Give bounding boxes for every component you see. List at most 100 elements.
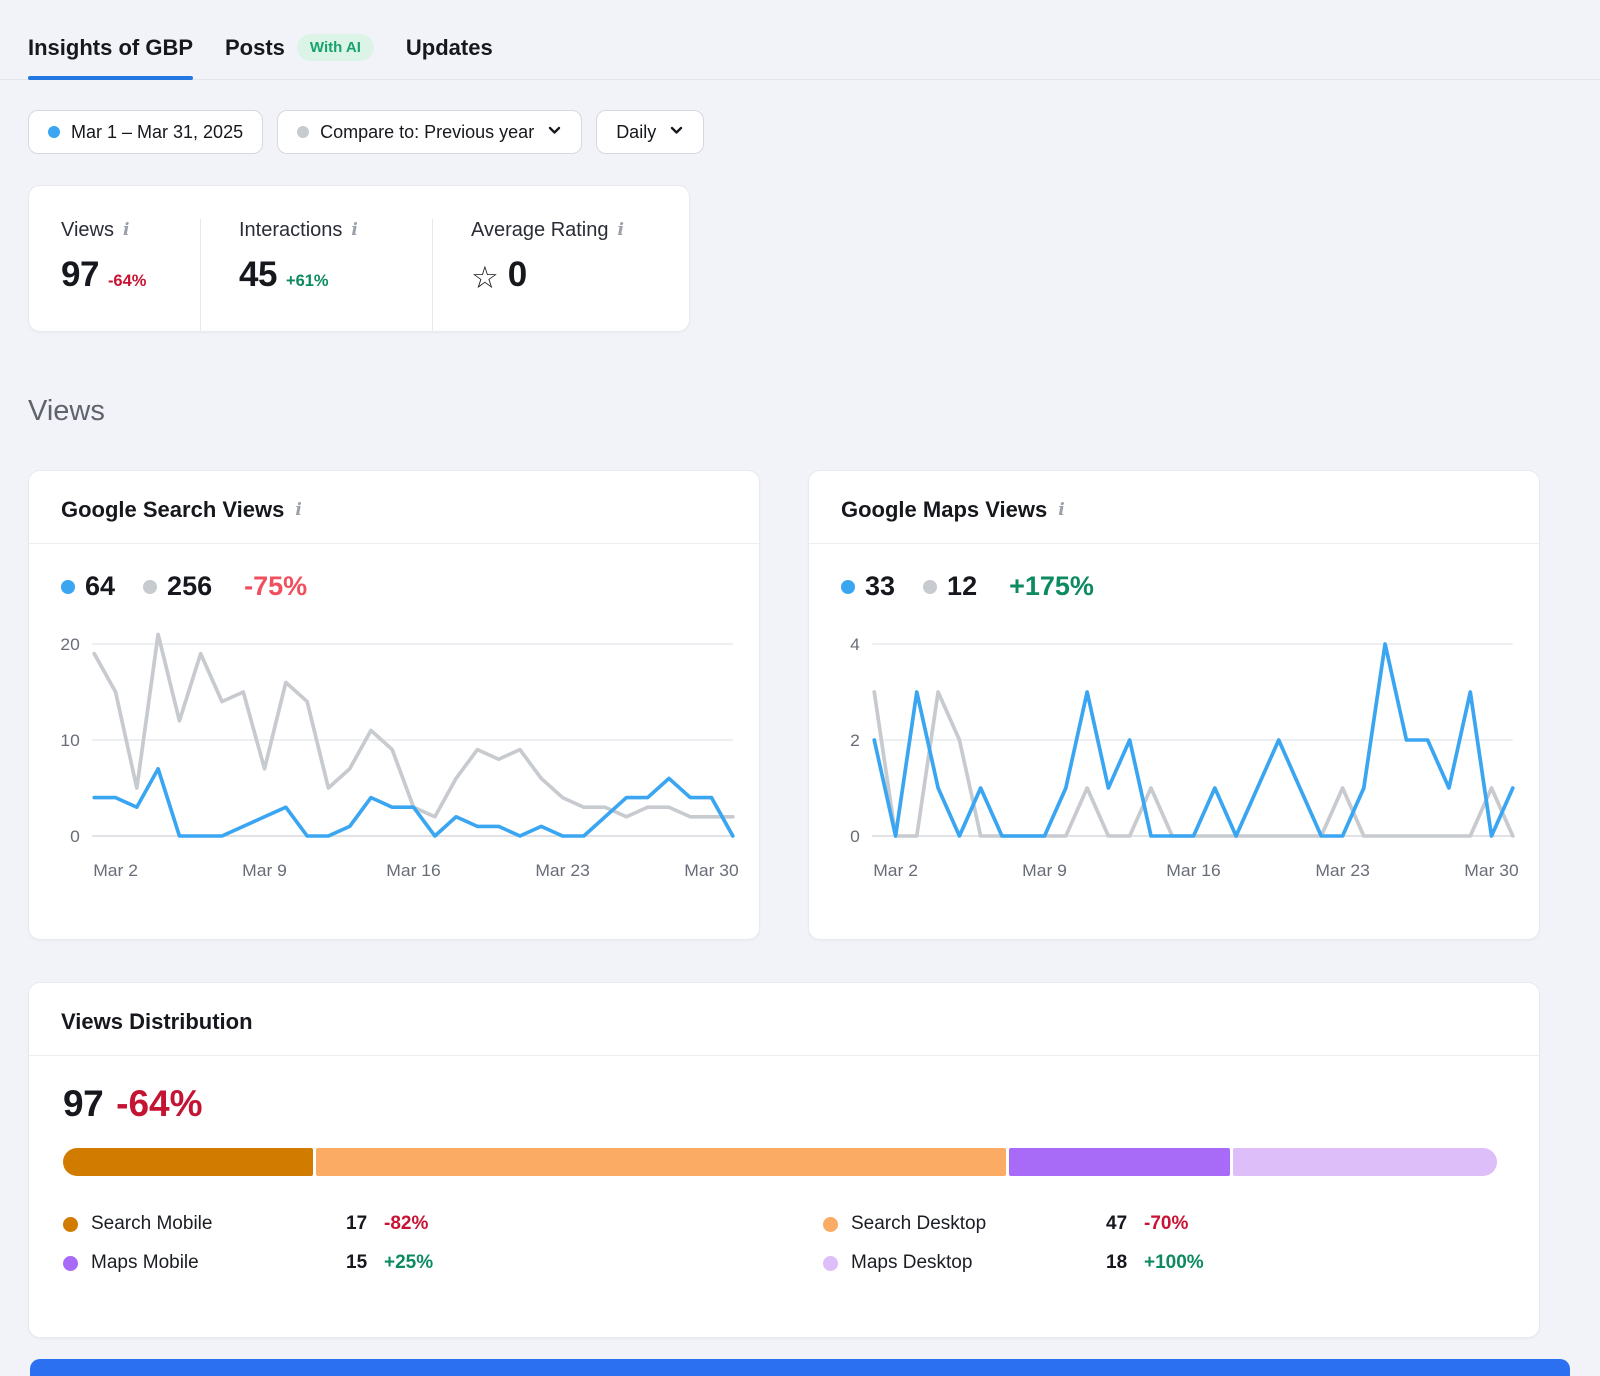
svg-text:Mar 2: Mar 2 [93,860,138,880]
svg-text:Mar 16: Mar 16 [1166,860,1220,880]
svg-text:Mar 23: Mar 23 [535,860,589,880]
svg-text:2: 2 [850,730,860,750]
search-desktop-dot [823,1217,838,1232]
distribution-total: 97 [63,1083,103,1125]
views-stat: Views i 97 -64% [29,219,201,331]
legend-number: 17 [346,1213,384,1235]
star-icon: ☆ [471,262,499,293]
current-total: 33 [865,571,895,602]
bar-segment-maps-mobile[interactable] [1009,1148,1229,1176]
filter-row: Mar 1 – Mar 31, 2025 Compare to: Previou… [28,110,1600,154]
tab-updates[interactable]: Updates [406,35,493,61]
divider [809,543,1539,544]
legend-item-search-desktop: Search Desktop [823,1213,1106,1235]
interactions-stat: Interactions i 45 +61% [201,219,433,331]
legend-delta: -82% [384,1213,428,1235]
chevron-down-icon [669,122,684,143]
average-rating-stat: Average Rating i ☆ 0 [433,219,624,331]
distribution-bar [63,1148,1497,1176]
google-search-views-chart[interactable]: 01020Mar 2Mar 9Mar 16Mar 23Mar 30 [51,608,739,884]
card-title: Views Distribution [61,1009,253,1035]
svg-text:10: 10 [60,730,79,750]
compare-to-label: Compare to: Previous year [320,122,534,143]
tab-bar: Insights of GBP Posts With AI Updates [0,0,1600,80]
views-distribution-card: Views Distribution 97 -64% Search Mobile… [28,982,1540,1338]
legend-label: Maps Mobile [91,1252,199,1274]
legend-number: 47 [1106,1213,1144,1235]
svg-text:Mar 30: Mar 30 [684,860,738,880]
previous-total: 256 [167,571,212,602]
with-ai-badge: With AI [297,34,374,61]
card-title: Google Maps Views [841,497,1047,523]
tab-label: Posts [225,35,285,61]
legend-delta: +100% [1144,1252,1204,1274]
average-rating-label: Average Rating [471,219,609,242]
views-delta: -64% [108,272,147,291]
svg-text:Mar 23: Mar 23 [1315,860,1369,880]
svg-text:Mar 30: Mar 30 [1464,860,1518,880]
chart-delta: +175% [1009,571,1094,602]
divider [29,543,759,544]
card-title: Google Search Views [61,497,284,523]
chevron-down-icon [547,122,562,143]
legend-value-maps-mobile: 15 +25% [346,1252,823,1274]
info-icon[interactable]: i [1058,502,1064,519]
views-section-title: Views [28,395,1600,428]
tab-insights-of-gbp[interactable]: Insights of GBP [28,35,193,61]
maps-mobile-dot [63,1256,78,1271]
info-icon[interactable]: i [618,222,624,239]
info-icon[interactable]: i [295,502,301,519]
bar-segment-search-mobile[interactable] [63,1148,313,1176]
legend-number: 18 [1106,1252,1144,1274]
legend-item-search-mobile: Search Mobile [63,1213,346,1235]
info-icon[interactable]: i [123,222,129,239]
date-range-label: Mar 1 – Mar 31, 2025 [71,122,243,143]
info-icon[interactable]: i [351,222,357,239]
svg-text:Mar 16: Mar 16 [386,860,440,880]
current-series-dot [61,580,75,594]
previous-series-dot [923,580,937,594]
tab-posts[interactable]: Posts With AI [225,34,374,61]
legend-label: Search Desktop [851,1213,986,1235]
charts-row: Google Search Views i 64 256 -75% 01020M… [28,470,1600,940]
date-range-chip[interactable]: Mar 1 – Mar 31, 2025 [28,110,263,154]
svg-text:Mar 9: Mar 9 [242,860,287,880]
interactions-label: Interactions [239,219,342,242]
previous-period-dot [297,126,309,138]
legend-value-search-mobile: 17 -82% [346,1213,823,1235]
legend-number: 15 [346,1252,384,1274]
svg-text:0: 0 [70,826,80,846]
legend-item-maps-desktop: Maps Desktop [823,1252,1106,1274]
google-maps-views-card: Google Maps Views i 33 12 +175% 024Mar 2… [808,470,1540,940]
bottom-banner-edge [30,1359,1570,1376]
granularity-dropdown[interactable]: Daily [596,110,704,154]
google-maps-views-chart[interactable]: 024Mar 2Mar 9Mar 16Mar 23Mar 30 [831,608,1519,884]
search-mobile-dot [63,1217,78,1232]
chart-legend: 64 256 -75% [61,571,727,602]
tab-label: Updates [406,35,493,61]
distribution-legend: Search Mobile 17 -82% Search Desktop 47 … [63,1213,1539,1274]
distribution-delta: -64% [116,1083,202,1125]
interactions-value: 45 [239,255,277,295]
compare-to-dropdown[interactable]: Compare to: Previous year [277,110,582,154]
bar-segment-maps-desktop[interactable] [1233,1148,1497,1176]
summary-stats-card: Views i 97 -64% Interactions i 45 +61% A… [28,185,690,332]
legend-delta: -70% [1144,1213,1188,1235]
granularity-label: Daily [616,122,656,143]
chart-delta: -75% [244,571,307,602]
current-period-dot [48,126,60,138]
legend-value-search-desktop: 47 -70% [1106,1213,1539,1235]
previous-total: 12 [947,571,977,602]
svg-text:Mar 9: Mar 9 [1022,860,1067,880]
chart-legend: 33 12 +175% [841,571,1507,602]
legend-label: Maps Desktop [851,1252,972,1274]
current-total: 64 [85,571,115,602]
legend-item-maps-mobile: Maps Mobile [63,1252,346,1274]
distribution-total-row: 97 -64% [63,1083,1539,1125]
google-search-views-card: Google Search Views i 64 256 -75% 01020M… [28,470,760,940]
svg-text:4: 4 [850,634,860,654]
bar-segment-search-desktop[interactable] [316,1148,1006,1176]
svg-text:Mar 2: Mar 2 [873,860,918,880]
average-rating-value: 0 [508,255,527,295]
tab-label: Insights of GBP [28,35,193,61]
